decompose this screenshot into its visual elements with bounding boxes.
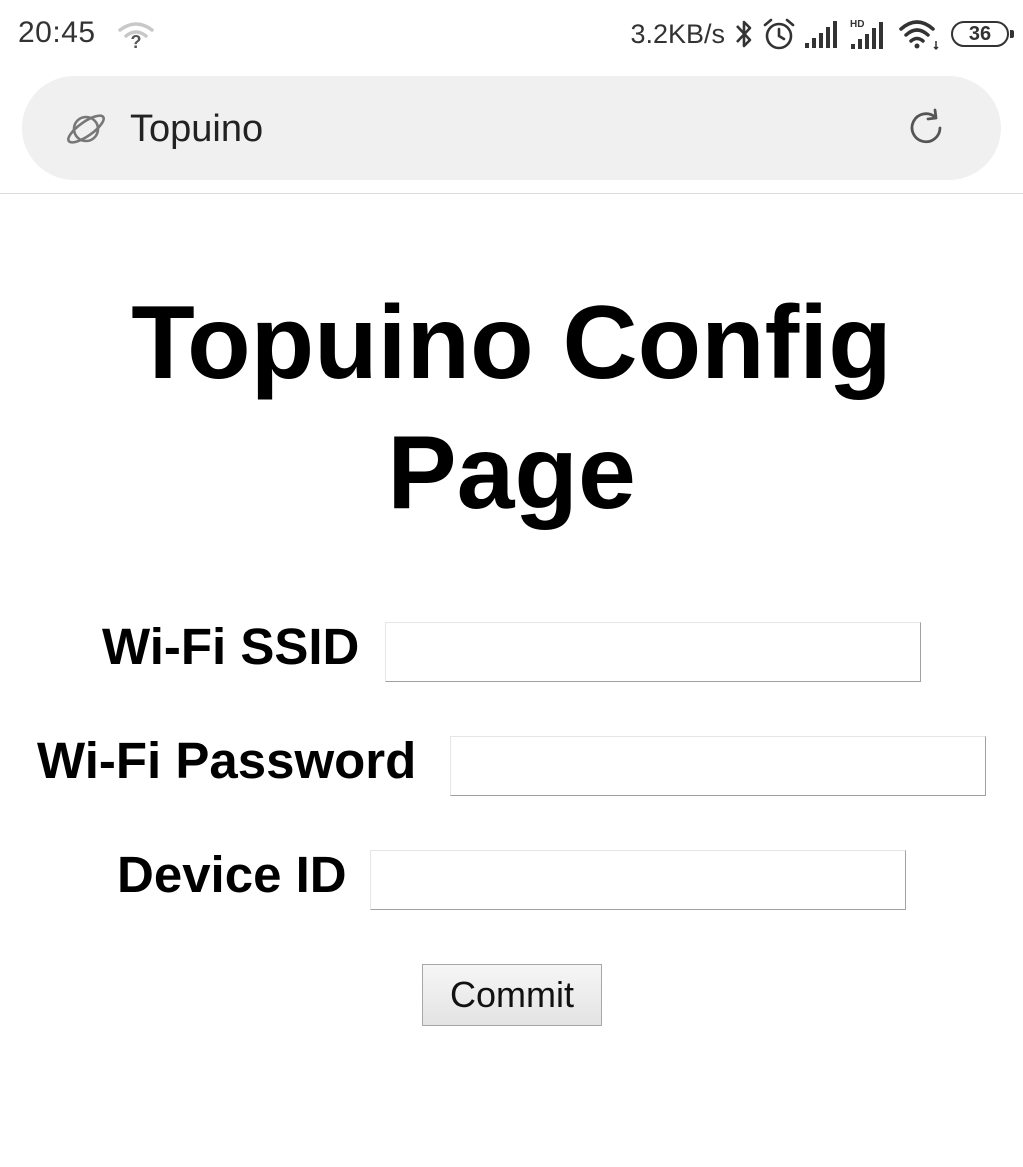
- bluetooth-icon: [736, 20, 752, 48]
- address-text[interactable]: Topuino: [130, 106, 263, 152]
- battery-level: 36: [968, 22, 992, 45]
- network-speed: 3.2KB/s: [630, 18, 725, 49]
- wifi-password-input[interactable]: [450, 736, 986, 796]
- hd-signal-icon: HD: [850, 19, 883, 49]
- browser-screen: 20:45 ? 3.2KB/s HD 36 Topuino Topuino Co…: [0, 0, 1023, 1167]
- device-id-label: Device ID: [117, 846, 347, 903]
- wifi-ssid-input[interactable]: [385, 622, 921, 682]
- toolbar-divider: [0, 193, 1023, 194]
- status-bar: 20:45 ? 3.2KB/s HD 36: [0, 0, 1023, 70]
- signal-icon: [805, 21, 837, 48]
- wifi-ssid-label: Wi-Fi SSID: [102, 618, 360, 675]
- wifi-icon: [899, 20, 939, 51]
- device-id-input[interactable]: [370, 850, 906, 910]
- page-title: Topuino Config Page: [131, 285, 892, 531]
- status-time: 20:45: [18, 16, 96, 49]
- battery-icon: 36: [951, 21, 1014, 47]
- planet-icon: [67, 114, 105, 144]
- status-indicators: 3.2KB/s HD 36: [630, 14, 1014, 54]
- commit-button[interactable]: Commit: [422, 964, 602, 1026]
- svg-text:?: ?: [131, 32, 142, 52]
- wifi-password-label: Wi-Fi Password: [37, 732, 417, 789]
- wifi-unknown-icon: ?: [118, 22, 154, 52]
- svg-text:HD: HD: [850, 19, 864, 30]
- reload-icon[interactable]: [904, 106, 948, 150]
- alarm-icon: [763, 18, 795, 50]
